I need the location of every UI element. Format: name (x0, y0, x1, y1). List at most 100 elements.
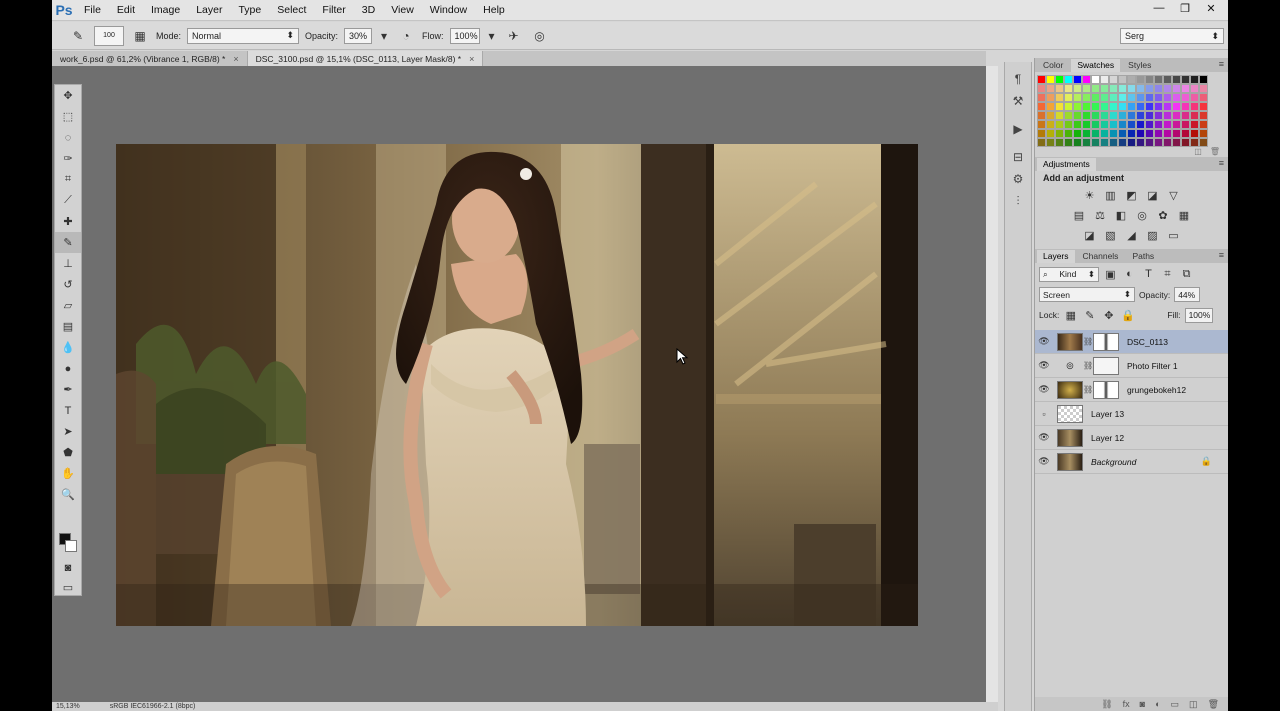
dodge-icon[interactable]: ● (55, 358, 81, 379)
healing-icon[interactable]: ✚ (55, 211, 81, 232)
opacity-input[interactable]: 30% (344, 27, 373, 44)
color-swatch[interactable] (1127, 138, 1136, 147)
color-swatch[interactable] (1064, 111, 1073, 120)
layer-mask-thumbnail[interactable] (1093, 356, 1119, 375)
color-swatch[interactable] (1118, 75, 1127, 84)
photo-filter-icon[interactable]: ◎ (1135, 206, 1150, 224)
color-swatch[interactable] (1046, 138, 1055, 147)
color-swatch[interactable] (1091, 138, 1100, 147)
color-swatch[interactable] (1154, 75, 1163, 84)
color-swatch[interactable] (1109, 75, 1118, 84)
flow-dropdown-icon[interactable]: ▾ (486, 27, 498, 45)
color-swatch[interactable] (1046, 129, 1055, 138)
layer-row[interactable]: 👁 ⛓ DSC_0113 (1035, 330, 1228, 354)
color-swatch[interactable] (1100, 93, 1109, 102)
flow-input[interactable]: 100% (449, 27, 480, 44)
color-swatch[interactable] (1037, 102, 1046, 111)
brush-presets-icon[interactable]: ⚙ (1005, 168, 1031, 190)
link-layers-icon[interactable]: ⛓ (1101, 699, 1112, 710)
filter-pixel-icon[interactable]: ▣ (1103, 265, 1118, 283)
color-swatch[interactable] (1199, 138, 1208, 147)
vertical-scrollbar[interactable] (986, 66, 998, 702)
close-tab-icon[interactable]: × (233, 54, 238, 64)
posterize-icon[interactable]: ▧ (1103, 226, 1118, 244)
menu-edit[interactable]: Edit (109, 0, 143, 21)
quick-select-icon[interactable]: ✑ (55, 148, 81, 169)
threshold-icon[interactable]: ◢ (1124, 226, 1139, 244)
color-swatch[interactable] (1109, 138, 1118, 147)
fill-input[interactable]: 100% (1184, 307, 1213, 323)
color-swatch[interactable] (1199, 75, 1208, 84)
eraser-icon[interactable]: ▱ (55, 295, 81, 316)
color-swatch[interactable] (1127, 111, 1136, 120)
color-swatch[interactable] (1145, 129, 1154, 138)
doc-profile[interactable]: sRGB IEC61966-2.1 (8bpc) (110, 703, 196, 710)
color-swatch[interactable] (1100, 129, 1109, 138)
restore-button[interactable]: ❐ (1172, 0, 1198, 16)
opacity-dropdown-icon[interactable]: ▾ (378, 27, 390, 45)
color-swatch[interactable] (1127, 93, 1136, 102)
brush-size-picker[interactable]: 100 (94, 25, 124, 46)
color-swatch[interactable] (1154, 111, 1163, 120)
color-swatch[interactable] (1190, 138, 1199, 147)
color-swatch[interactable] (1190, 93, 1199, 102)
color-swatch[interactable] (1172, 120, 1181, 129)
vibrance-icon[interactable]: ▽ (1166, 186, 1181, 204)
color-swatch[interactable] (1136, 84, 1145, 93)
path-select-icon[interactable]: ➤ (55, 421, 81, 442)
color-swatch[interactable] (1100, 102, 1109, 111)
lock-all-icon[interactable]: 🔒 (1120, 306, 1135, 324)
color-swatch[interactable] (1100, 111, 1109, 120)
lasso-icon[interactable]: ◌ (55, 127, 81, 148)
channel-mixer-icon[interactable]: ✿ (1156, 206, 1171, 224)
color-swatch[interactable] (1055, 120, 1064, 129)
color-swatch[interactable] (1127, 120, 1136, 129)
color-swatch[interactable] (1037, 84, 1046, 93)
eye-icon[interactable]: 👁 (1035, 360, 1053, 371)
brush-preset-icon[interactable]: ✎ (68, 27, 88, 45)
filter-shape-icon[interactable]: ⌗ (1160, 265, 1175, 283)
menu-type[interactable]: Type (230, 0, 269, 21)
pen-icon[interactable]: ✒ (55, 379, 81, 400)
color-swatch[interactable] (1073, 84, 1082, 93)
layer-row[interactable]: 👁 ◎ ⛓ Photo Filter 1 (1035, 354, 1228, 378)
blend-mode-select[interactable]: Screen ⬍ (1039, 287, 1135, 302)
close-button[interactable]: ✕ (1198, 0, 1224, 16)
color-swatch[interactable] (1163, 75, 1172, 84)
color-swatch[interactable] (1064, 138, 1073, 147)
tab-dsc-3100[interactable]: DSC_3100.psd @ 15,1% (DSC_0113, Layer Ma… (247, 51, 484, 66)
layer-row[interactable]: 👁 ⛓ grungebokeh12 (1035, 378, 1228, 402)
color-swatch[interactable] (1082, 102, 1091, 111)
color-swatch[interactable] (1091, 129, 1100, 138)
color-swatch[interactable] (1145, 75, 1154, 84)
tab-adjustments[interactable]: Adjustments (1037, 157, 1096, 171)
menu-3d[interactable]: 3D (354, 0, 383, 21)
color-swatch[interactable] (1037, 138, 1046, 147)
color-swatch[interactable] (1064, 102, 1073, 111)
color-swatch[interactable] (1163, 84, 1172, 93)
color-swatch[interactable] (1127, 102, 1136, 111)
color-swatch[interactable] (1163, 93, 1172, 102)
color-swatch[interactable] (1055, 138, 1064, 147)
brush-panel-icon[interactable]: ▦ (130, 27, 150, 45)
color-swatch[interactable] (1082, 120, 1091, 129)
color-swatch[interactable] (1055, 129, 1064, 138)
mode-select[interactable]: Normal ⬍ (187, 27, 300, 44)
color-swatch[interactable] (1172, 102, 1181, 111)
color-swatch[interactable] (1154, 138, 1163, 147)
color-swatch[interactable] (1091, 111, 1100, 120)
color-swatch[interactable] (1145, 93, 1154, 102)
quick-mask-icon[interactable]: ◙ (55, 557, 81, 578)
color-swatch[interactable] (1091, 120, 1100, 129)
color-swatch[interactable] (1190, 111, 1199, 120)
curves-icon[interactable]: ◩ (1124, 186, 1139, 204)
color-swatch[interactable] (1046, 84, 1055, 93)
color-swatch[interactable] (1091, 84, 1100, 93)
color-swatch[interactable] (1181, 93, 1190, 102)
blur-icon[interactable]: 💧 (55, 337, 81, 358)
color-swatch[interactable] (1046, 111, 1055, 120)
color-swatch[interactable] (1136, 138, 1145, 147)
history-brush-icon[interactable]: ↺ (55, 274, 81, 295)
color-swatch[interactable] (1082, 138, 1091, 147)
color-swatch[interactable] (1109, 120, 1118, 129)
